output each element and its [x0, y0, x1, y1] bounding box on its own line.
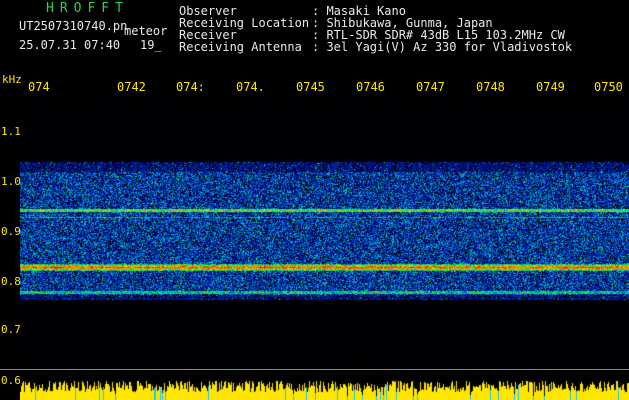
datetime-label: 25.07.31 07:40: [19, 38, 121, 52]
time-label: 0746: [356, 80, 385, 94]
info-label-antenna: Receiving Antenna: [179, 40, 302, 54]
filename-label: UT2507310740.pn: [19, 19, 128, 33]
frequency-label: 0.6: [1, 374, 21, 387]
time-label: 0742: [117, 80, 146, 94]
time-label: 0749: [536, 80, 565, 94]
spectrogram-waterfall: [20, 100, 629, 370]
frequency-label: 1.1: [1, 125, 21, 138]
axis-unit-label: kHz: [2, 73, 22, 86]
bottom-divider-line: [0, 369, 629, 370]
time-label: 0748: [476, 80, 505, 94]
info-value-antenna: : 3el Yagi(V) Az 330 for Vladivostok: [312, 40, 573, 54]
app-brand: HROFFT: [46, 1, 129, 16]
time-label: 074:: [176, 80, 205, 94]
signal-strength-bars: [20, 375, 629, 400]
time-label: 0750: [594, 80, 623, 94]
frequency-label: 0.8: [1, 275, 21, 288]
time-label: 074: [28, 80, 50, 94]
time-label: 0745: [296, 80, 325, 94]
time-label: 074.: [236, 80, 265, 94]
frequency-label: 0.7: [1, 323, 21, 336]
time-label: 0747: [416, 80, 445, 94]
frequency-label: 0.9: [1, 225, 21, 238]
frequency-label: 1.0: [1, 175, 21, 188]
meteor-label: meteor: [124, 24, 168, 38]
meteor-count: 19_: [140, 38, 162, 52]
